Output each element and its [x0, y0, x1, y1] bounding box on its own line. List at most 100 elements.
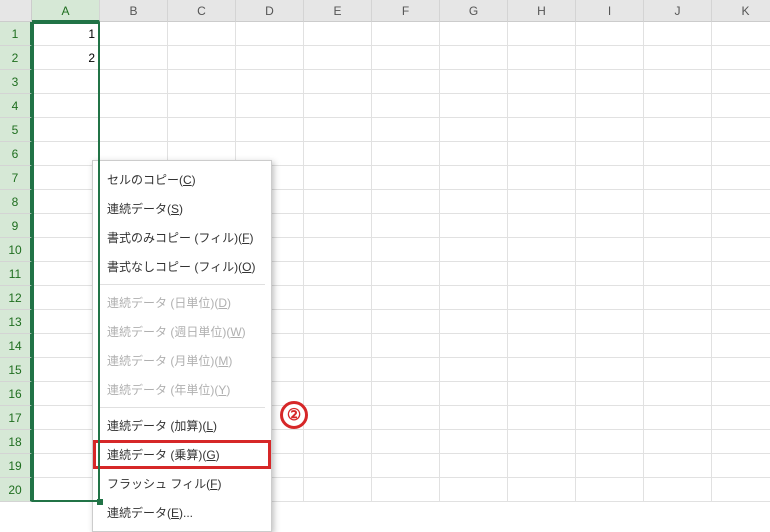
cell-D4[interactable]: [236, 94, 304, 118]
cell-K20[interactable]: [712, 478, 770, 502]
cell-H3[interactable]: [508, 70, 576, 94]
menu-item-13[interactable]: 連続データ(E)...: [93, 498, 271, 527]
cell-K1[interactable]: [712, 22, 770, 46]
cell-E4[interactable]: [304, 94, 372, 118]
row-header-12[interactable]: 12: [0, 286, 32, 310]
column-header-E[interactable]: E: [304, 0, 372, 22]
cell-J13[interactable]: [644, 310, 712, 334]
cell-I18[interactable]: [576, 430, 644, 454]
cell-F18[interactable]: [372, 430, 440, 454]
cell-C4[interactable]: [168, 94, 236, 118]
cell-B1[interactable]: [100, 22, 168, 46]
row-header-13[interactable]: 13: [0, 310, 32, 334]
cell-J4[interactable]: [644, 94, 712, 118]
cell-I9[interactable]: [576, 214, 644, 238]
cell-H17[interactable]: [508, 406, 576, 430]
cell-A7[interactable]: [32, 166, 100, 190]
column-header-B[interactable]: B: [100, 0, 168, 22]
cell-K17[interactable]: [712, 406, 770, 430]
cell-E14[interactable]: [304, 334, 372, 358]
cell-K5[interactable]: [712, 118, 770, 142]
row-header-17[interactable]: 17: [0, 406, 32, 430]
cell-G19[interactable]: [440, 454, 508, 478]
row-header-4[interactable]: 4: [0, 94, 32, 118]
cell-B3[interactable]: [100, 70, 168, 94]
cell-H10[interactable]: [508, 238, 576, 262]
cell-B4[interactable]: [100, 94, 168, 118]
cell-I11[interactable]: [576, 262, 644, 286]
row-header-9[interactable]: 9: [0, 214, 32, 238]
cell-F11[interactable]: [372, 262, 440, 286]
cell-D5[interactable]: [236, 118, 304, 142]
cell-J20[interactable]: [644, 478, 712, 502]
cell-J18[interactable]: [644, 430, 712, 454]
cell-G4[interactable]: [440, 94, 508, 118]
cell-A14[interactable]: [32, 334, 100, 358]
cell-K11[interactable]: [712, 262, 770, 286]
cell-D2[interactable]: [236, 46, 304, 70]
menu-item-12[interactable]: フラッシュ フィル(F): [93, 469, 271, 498]
cell-H15[interactable]: [508, 358, 576, 382]
cell-A5[interactable]: [32, 118, 100, 142]
cell-E11[interactable]: [304, 262, 372, 286]
cell-J10[interactable]: [644, 238, 712, 262]
cell-A16[interactable]: [32, 382, 100, 406]
cell-E5[interactable]: [304, 118, 372, 142]
cell-F9[interactable]: [372, 214, 440, 238]
cell-E8[interactable]: [304, 190, 372, 214]
cell-F13[interactable]: [372, 310, 440, 334]
cell-B2[interactable]: [100, 46, 168, 70]
cell-E15[interactable]: [304, 358, 372, 382]
row-header-2[interactable]: 2: [0, 46, 32, 70]
cell-G3[interactable]: [440, 70, 508, 94]
row-header-19[interactable]: 19: [0, 454, 32, 478]
column-header-C[interactable]: C: [168, 0, 236, 22]
cell-E10[interactable]: [304, 238, 372, 262]
column-header-K[interactable]: K: [712, 0, 770, 22]
cell-I10[interactable]: [576, 238, 644, 262]
cell-H11[interactable]: [508, 262, 576, 286]
menu-item-11[interactable]: 連続データ (乗算)(G): [93, 440, 271, 469]
cell-F5[interactable]: [372, 118, 440, 142]
cell-E13[interactable]: [304, 310, 372, 334]
cell-G9[interactable]: [440, 214, 508, 238]
cell-I17[interactable]: [576, 406, 644, 430]
cell-H19[interactable]: [508, 454, 576, 478]
cell-K9[interactable]: [712, 214, 770, 238]
cell-G16[interactable]: [440, 382, 508, 406]
column-header-G[interactable]: G: [440, 0, 508, 22]
cell-A17[interactable]: [32, 406, 100, 430]
cell-G11[interactable]: [440, 262, 508, 286]
row-header-15[interactable]: 15: [0, 358, 32, 382]
menu-item-3[interactable]: 書式なしコピー (フィル)(O): [93, 252, 271, 281]
cell-H2[interactable]: [508, 46, 576, 70]
cell-A20[interactable]: [32, 478, 100, 502]
cell-F1[interactable]: [372, 22, 440, 46]
cell-H20[interactable]: [508, 478, 576, 502]
cell-E2[interactable]: [304, 46, 372, 70]
cell-G7[interactable]: [440, 166, 508, 190]
cell-J5[interactable]: [644, 118, 712, 142]
cell-K10[interactable]: [712, 238, 770, 262]
cell-J2[interactable]: [644, 46, 712, 70]
cell-H14[interactable]: [508, 334, 576, 358]
cell-G14[interactable]: [440, 334, 508, 358]
cell-K3[interactable]: [712, 70, 770, 94]
cell-E20[interactable]: [304, 478, 372, 502]
cell-K19[interactable]: [712, 454, 770, 478]
cell-A1[interactable]: 1: [32, 22, 100, 46]
cell-I20[interactable]: [576, 478, 644, 502]
cell-G17[interactable]: [440, 406, 508, 430]
cell-H12[interactable]: [508, 286, 576, 310]
cell-I4[interactable]: [576, 94, 644, 118]
cell-A12[interactable]: [32, 286, 100, 310]
cell-H13[interactable]: [508, 310, 576, 334]
cell-F14[interactable]: [372, 334, 440, 358]
cell-J7[interactable]: [644, 166, 712, 190]
cell-C1[interactable]: [168, 22, 236, 46]
cell-I16[interactable]: [576, 382, 644, 406]
cell-I1[interactable]: [576, 22, 644, 46]
cell-A13[interactable]: [32, 310, 100, 334]
cell-K13[interactable]: [712, 310, 770, 334]
cell-A10[interactable]: [32, 238, 100, 262]
